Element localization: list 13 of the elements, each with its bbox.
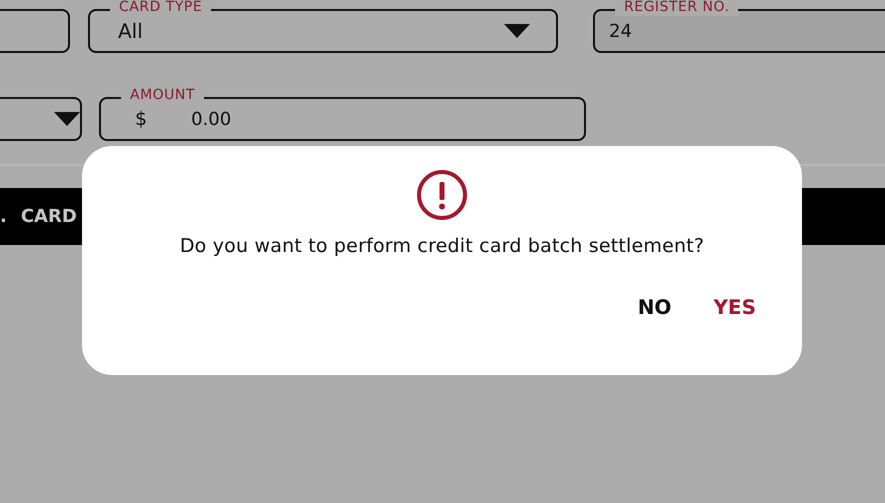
dialog-message: Do you want to perform credit card batch settlement?	[180, 235, 704, 257]
caret-icon	[504, 24, 530, 38]
confirm-button[interactable]: YES	[707, 291, 762, 323]
warning-icon	[416, 169, 468, 221]
field-value: All	[118, 19, 143, 43]
field-value: 0.00	[191, 108, 232, 130]
column-header: .	[0, 206, 7, 227]
column-header: CARD	[20, 206, 77, 227]
cancel-button[interactable]: NO	[632, 291, 678, 323]
field-label: REGISTER NO.	[615, 0, 738, 16]
currency-symbol: $	[135, 108, 148, 130]
field-value: 24	[609, 20, 632, 42]
caret-icon	[54, 112, 80, 126]
